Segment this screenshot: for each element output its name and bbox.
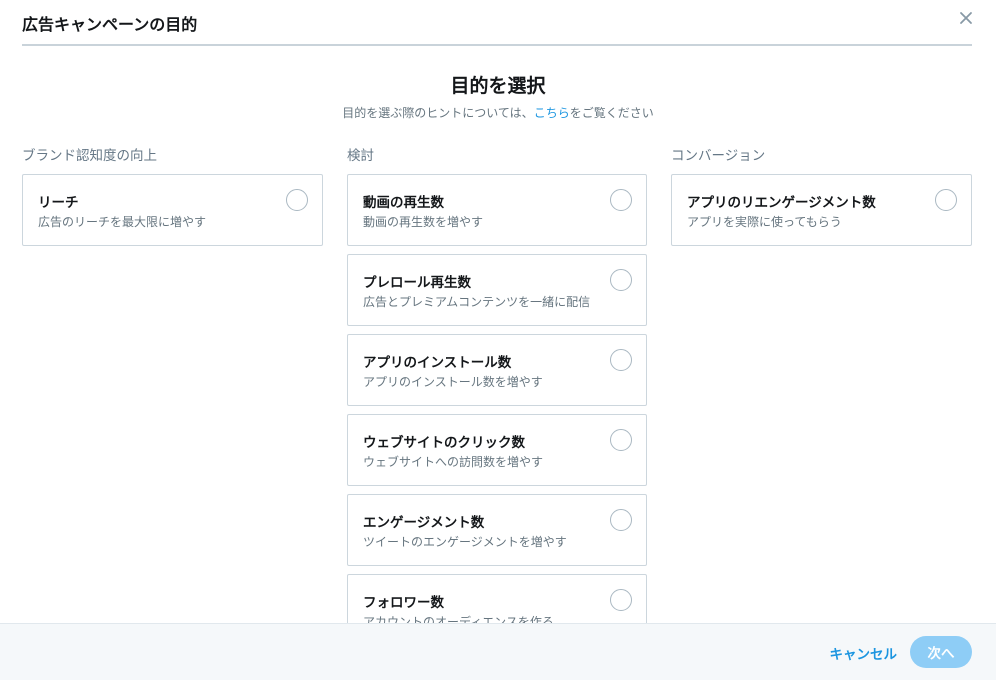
- objective-card-app-installs[interactable]: アプリのインストール数 アプリのインストール数を増やす: [347, 334, 647, 406]
- objective-card-engagements[interactable]: エンゲージメント数 ツイートのエンゲージメントを増やす: [347, 494, 647, 566]
- close-button[interactable]: [959, 11, 973, 25]
- cancel-button[interactable]: キャンセル: [830, 643, 898, 663]
- column-title: ブランド認知度の向上: [22, 148, 157, 164]
- dialog-footer: キャンセル 次へ: [0, 623, 996, 680]
- objective-title: フォロワー数: [363, 595, 444, 611]
- column-consideration: 検討 動画の再生数 動画の再生数を増やす プレロール再生数 広告とプレミアムコン…: [347, 146, 647, 654]
- objective-radio[interactable]: [610, 269, 632, 291]
- objective-description: ツイートのエンゲージメントを増やす: [363, 535, 567, 549]
- objective-title: リーチ: [38, 195, 79, 211]
- hint-text-suffix: をご覧ください: [569, 106, 654, 120]
- column-awareness: ブランド認知度の向上 リーチ 広告のリーチを最大限に増やす: [22, 146, 323, 254]
- page-heading: 目的を選択: [450, 75, 546, 97]
- objective-title: ウェブサイトのクリック数: [363, 435, 525, 451]
- objective-card-app-reengagements[interactable]: アプリのリエンゲージメント数 アプリを実際に使ってもらう: [671, 174, 972, 246]
- objective-card-video-views[interactable]: 動画の再生数 動画の再生数を増やす: [347, 174, 647, 246]
- close-icon: [960, 12, 972, 24]
- objective-title: プレロール再生数: [363, 275, 471, 291]
- objective-radio[interactable]: [286, 189, 308, 211]
- objective-radio[interactable]: [610, 509, 632, 531]
- hint-text: 目的を選ぶ際のヒントについては、こちらをご覧ください: [0, 104, 996, 121]
- column-title: コンバージョン: [671, 148, 766, 164]
- objective-card-preroll-views[interactable]: プレロール再生数 広告とプレミアムコンテンツを一緒に配信: [347, 254, 647, 326]
- objective-radio[interactable]: [935, 189, 957, 211]
- objective-title: アプリのリエンゲージメント数: [687, 195, 876, 211]
- objective-title: アプリのインストール数: [363, 355, 512, 371]
- objective-description: 広告とプレミアムコンテンツを一緒に配信: [363, 295, 591, 309]
- hint-text-prefix: 目的を選ぶ際のヒントについては、: [342, 106, 534, 120]
- objective-card-reach[interactable]: リーチ 広告のリーチを最大限に増やす: [22, 174, 323, 246]
- hint-link[interactable]: こちら: [534, 106, 570, 120]
- objective-description: 動画の再生数を増やす: [363, 215, 484, 229]
- column-title: 検討: [347, 148, 374, 164]
- campaign-objective-dialog: 広告キャンペーンの目的 目的を選択 目的を選ぶ際のヒントについては、こちらをご覧…: [0, 0, 996, 680]
- objective-description: アプリのインストール数を増やす: [363, 375, 543, 389]
- objective-title: エンゲージメント数: [363, 515, 485, 531]
- objective-radio[interactable]: [610, 189, 632, 211]
- objective-description: 広告のリーチを最大限に増やす: [38, 215, 207, 229]
- objective-description: ウェブサイトへの訪問数を増やす: [363, 455, 544, 469]
- dialog-header: 広告キャンペーンの目的: [22, 0, 972, 46]
- column-conversion: コンバージョン アプリのリエンゲージメント数 アプリを実際に使ってもらう: [671, 146, 972, 254]
- dialog-title: 広告キャンペーンの目的: [22, 15, 198, 34]
- objective-description: アプリを実際に使ってもらう: [687, 215, 842, 229]
- objective-title: 動画の再生数: [363, 195, 444, 211]
- objective-radio[interactable]: [610, 589, 632, 611]
- objective-radio[interactable]: [610, 429, 632, 451]
- objective-radio[interactable]: [610, 349, 632, 371]
- next-button[interactable]: 次へ: [910, 636, 972, 668]
- objective-card-website-clicks[interactable]: ウェブサイトのクリック数 ウェブサイトへの訪問数を増やす: [347, 414, 647, 486]
